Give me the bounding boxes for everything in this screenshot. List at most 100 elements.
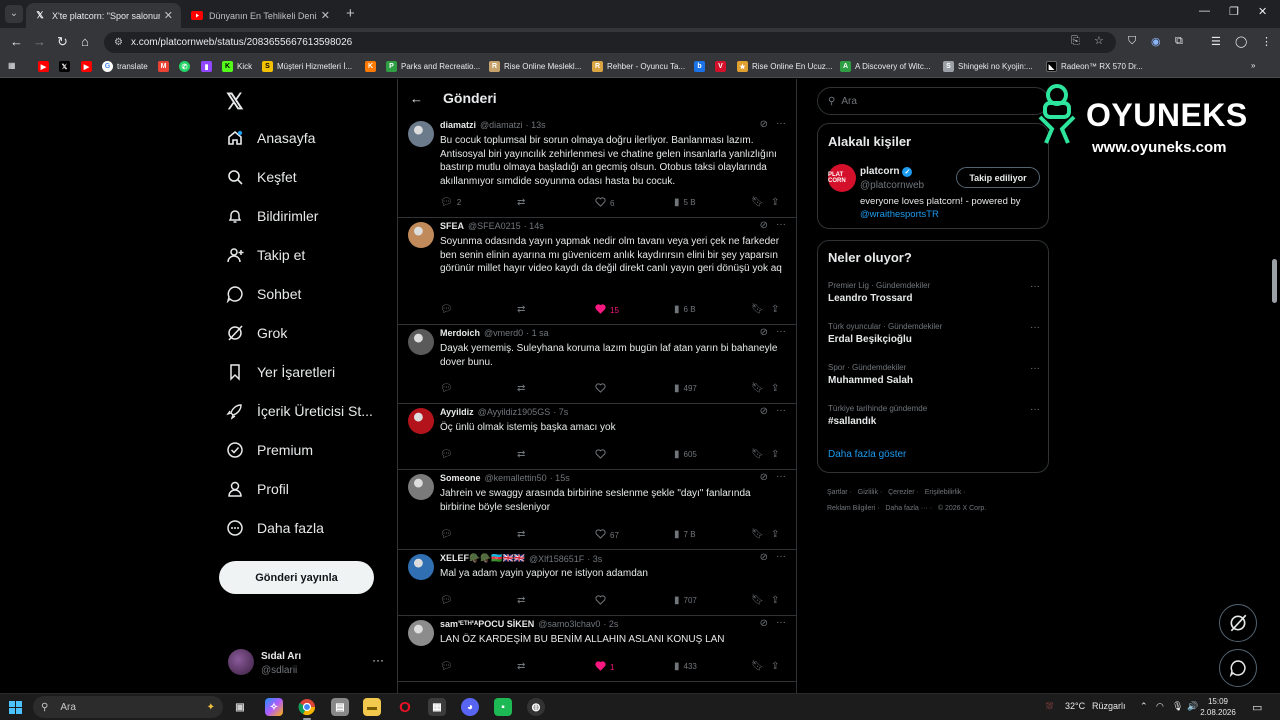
show-more-link[interactable]: Daha fazla göster — [828, 449, 906, 460]
bookmark-button[interactable]: 🔖︎ — [751, 529, 768, 540]
reply-button[interactable]: 💬︎ 2 — [440, 197, 461, 208]
reply-button[interactable]: 💬︎ — [440, 304, 457, 315]
reply-button[interactable]: 💬︎ — [440, 383, 457, 394]
views-button[interactable]: ▮ 6 B — [674, 304, 696, 315]
like-button[interactable]: 15 — [595, 304, 619, 317]
grok-explain-icon[interactable]: ⊘ — [760, 618, 768, 629]
repost-button[interactable]: ⇄ — [517, 529, 529, 540]
bookmark-item[interactable]: ◣ Radeon™ RX 570 Dr... — [1046, 61, 1143, 72]
calculator-icon[interactable]: ▦ — [428, 698, 446, 716]
search-input[interactable]: ⚲ Ara — [817, 87, 1049, 115]
discord-icon[interactable]: ◕ — [461, 698, 479, 716]
bookmark-item[interactable]: b — [694, 61, 709, 72]
grok-explain-icon[interactable]: ⊘ — [760, 552, 768, 563]
avatar[interactable] — [408, 620, 434, 646]
bookmark-item[interactable]: ▶ — [38, 61, 53, 72]
reply-author-handle[interactable]: @Xlf158651F — [529, 554, 584, 564]
app-icon[interactable]: ▪ — [494, 698, 512, 716]
more-dots-icon[interactable]: ··· — [1030, 281, 1040, 292]
microphone-icon[interactable]: 🎙 — [1172, 701, 1183, 712]
page-scrollbar[interactable] — [1272, 259, 1277, 303]
bookmark-button[interactable]: 🔖︎ — [751, 197, 768, 208]
share-button[interactable]: ⇪ — [771, 449, 783, 460]
sidebar-item-premium[interactable]: Premium — [226, 438, 313, 462]
grok-fab-button[interactable] — [1219, 604, 1257, 642]
bookmark-item[interactable]: S Müşteri Hizmetleri İ... — [262, 61, 352, 72]
avatar[interactable] — [408, 474, 434, 500]
bookmark-button[interactable]: 🔖︎ — [751, 661, 768, 672]
repost-button[interactable]: ⇄ — [517, 383, 529, 394]
repost-button[interactable]: ⇄ — [517, 197, 529, 208]
sidebar-item-chat[interactable]: Sohbet — [226, 282, 301, 306]
restore-icon[interactable]: ❐ — [1229, 5, 1239, 18]
bookmark-item[interactable]: 𝕏 — [59, 61, 74, 72]
more-dots-icon[interactable]: ··· — [776, 617, 786, 628]
messages-fab-button[interactable] — [1219, 649, 1257, 687]
more-dots-icon[interactable]: ··· — [776, 551, 786, 562]
reply-post[interactable]: SFEA @SFEA0215 · 14s ⊘ ··· Soyunma odasında y… — [398, 218, 797, 325]
more-bookmarks-icon[interactable]: » — [1251, 61, 1255, 70]
reply-button[interactable]: 💬︎ — [440, 595, 457, 606]
views-button[interactable]: ▮ 433 — [674, 661, 697, 672]
more-dots-icon[interactable]: ··· — [776, 405, 786, 416]
weather-temp[interactable]: 32°C — [1065, 701, 1085, 711]
bookmark-button[interactable]: 🔖︎ — [751, 304, 768, 315]
reply-author-name[interactable]: diamatzi — [440, 120, 476, 130]
reply-time[interactable]: · 15s — [550, 473, 570, 483]
site-info-icon[interactable]: ⚙ — [114, 37, 123, 48]
reply-author-name[interactable]: SFEA — [440, 221, 464, 231]
home-button-icon[interactable]: ⌂ — [81, 34, 89, 49]
more-dots-icon[interactable]: ··· — [776, 118, 786, 129]
views-button[interactable]: ▮ 497 — [674, 383, 697, 394]
close-tab-icon[interactable]: ✕ — [164, 9, 173, 22]
shield-extension-icon[interactable]: ⛉ — [1128, 35, 1136, 48]
close-window-icon[interactable]: ✕ — [1258, 5, 1267, 18]
sidebar-item-grok[interactable]: Grok — [226, 321, 287, 345]
back-arrow-icon[interactable]: ← — [410, 91, 423, 106]
repost-button[interactable]: ⇄ — [517, 595, 529, 606]
tab-inactive[interactable]: Dünyanın En Tehlikeli Deniz Can ✕ — [183, 3, 338, 28]
file-explorer-icon[interactable]: ▬ — [363, 698, 381, 716]
bookmark-item[interactable]: A A Discovery of Witc... — [840, 61, 931, 72]
repost-button[interactable]: ⇄ — [517, 304, 529, 315]
grok-explain-icon[interactable]: ⊘ — [760, 406, 768, 417]
share-button[interactable]: ⇪ — [771, 304, 783, 315]
post-button[interactable]: Gönderi yayınla — [219, 561, 374, 594]
sidebar-item-explore[interactable]: Keşfet — [226, 165, 297, 189]
reply-author-name[interactable]: Ayyildiz — [440, 407, 474, 417]
reply-post[interactable]: diamatzi @diamatzi · 13s ⊘ ··· Bu cocuk toplu… — [398, 117, 797, 218]
reply-author-name[interactable]: Merdoich — [440, 328, 480, 338]
grok-explain-icon[interactable]: ⊘ — [760, 119, 768, 130]
opera-icon[interactable]: O — [396, 698, 414, 716]
bookmark-button[interactable]: 🔖︎ — [751, 383, 768, 394]
audio-extension-icon[interactable]: ◉ — [1151, 35, 1161, 48]
bookmark-item[interactable]: ▶ — [81, 61, 96, 72]
forward-icon[interactable]: → — [33, 34, 46, 49]
like-button[interactable] — [595, 383, 610, 396]
reply-post[interactable]: sam'ᴱᵀᴴ'ᴬPOCU SİKEN @samo3lchav0 · 2s ⊘ ··· L… — [398, 616, 797, 682]
close-tab-icon[interactable]: ✕ — [321, 9, 330, 22]
reply-button[interactable]: 💬︎ — [440, 449, 457, 460]
more-dots-icon[interactable]: ··· — [776, 326, 786, 337]
bookmark-item[interactable]: P Parks and Recreatio... — [386, 61, 480, 72]
grok-explain-icon[interactable]: ⊘ — [760, 220, 768, 231]
reply-button[interactable]: 💬︎ — [440, 529, 457, 540]
share-button[interactable]: ⇪ — [771, 595, 783, 606]
avatar[interactable] — [408, 222, 434, 248]
footer-link[interactable]: Reklam Bilgileri — [827, 505, 875, 512]
more-dots-icon[interactable]: ··· — [1030, 363, 1040, 374]
like-button[interactable]: 6 — [595, 197, 614, 210]
avatar[interactable] — [408, 121, 434, 147]
reply-post[interactable]: XELEF🪖🪖🇦🇿🇬🇧🇬🇧 @Xlf158651F · 3s ⊘ ··· Mal ya a… — [398, 550, 797, 616]
tab-search-icon[interactable]: ⌄ — [5, 5, 23, 23]
repost-button[interactable]: ⇄ — [517, 661, 529, 672]
taskbar-search-input[interactable]: ⚲ Ara ✦ — [33, 696, 223, 718]
more-dots-icon[interactable]: ··· — [776, 471, 786, 482]
like-button[interactable]: 1 — [595, 661, 614, 674]
install-app-icon[interactable]: ⎘ — [1071, 35, 1080, 48]
reply-time[interactable]: · 14s — [524, 221, 544, 231]
trend-item[interactable]: Premier Lig · Gündemdekiler Leandro Tros… — [828, 281, 1040, 304]
bookmark-item[interactable]: ✆ — [179, 61, 194, 72]
weather-label[interactable]: Rüzgarlı — [1092, 701, 1126, 711]
share-button[interactable]: ⇪ — [771, 383, 783, 394]
